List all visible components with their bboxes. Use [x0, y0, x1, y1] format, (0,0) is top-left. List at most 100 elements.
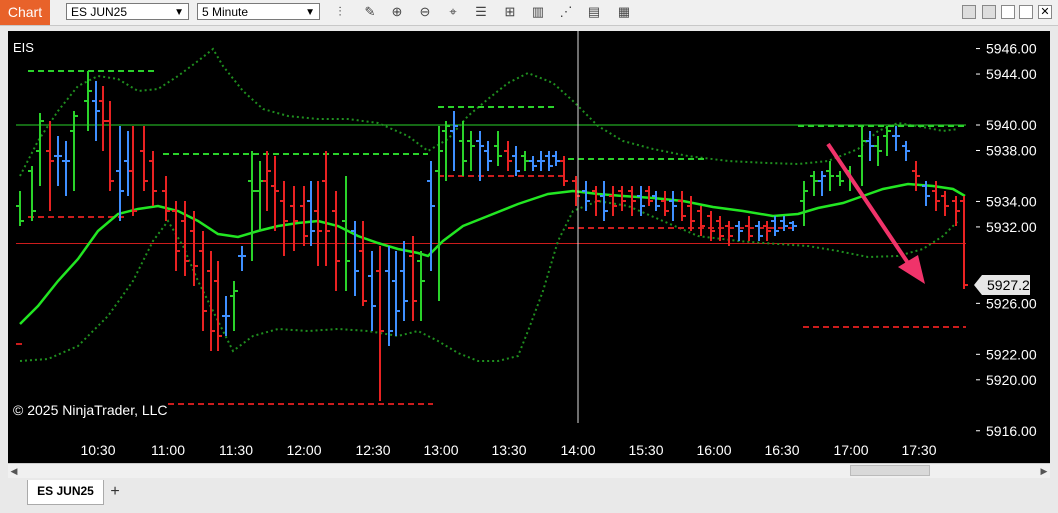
- ohlc-bar: [54, 136, 62, 186]
- chart-canvas[interactable]: 5946.00 5944.00 5940.00 5938.00 5934.00 5932.…: [8, 31, 1050, 463]
- y-tick-label: 5916.00: [986, 423, 1037, 439]
- ohlc-bar: [300, 186, 308, 246]
- ohlc-bar: [467, 131, 475, 171]
- ohlc-bar: [368, 251, 376, 331]
- interval-select[interactable]: 5 Minute ▼: [197, 3, 320, 20]
- ohlc-bar: [645, 186, 653, 206]
- x-tick-label: 16:30: [764, 442, 799, 458]
- ohlc-bar: [46, 121, 54, 211]
- ohlc-bar: [248, 151, 256, 261]
- ohlc-bar: [494, 131, 502, 166]
- ohlc-bar: [385, 246, 393, 346]
- ohlc-bar: [238, 246, 246, 271]
- level-dashes: [16, 70, 966, 405]
- window-link-icon[interactable]: [982, 5, 996, 19]
- ohlc-bar: [609, 186, 617, 216]
- ohlc-bar: [417, 251, 425, 321]
- moving-average: [19, 182, 966, 325]
- instrument-select[interactable]: ES JUN25 ▼: [66, 3, 189, 20]
- zoom-out-icon[interactable]: ⊖: [417, 4, 433, 20]
- y-tick-label: 5946.00: [986, 41, 1037, 57]
- draw-pencil-icon[interactable]: ✎: [362, 4, 378, 20]
- ohlc-bar: [652, 191, 660, 211]
- ohlc-bars: [16, 71, 968, 401]
- trade-icon[interactable]: ⊞: [502, 4, 518, 20]
- x-tick-label: 11:00: [151, 442, 185, 458]
- x-tick-label: 17:00: [833, 442, 868, 458]
- ohlc-bar: [332, 191, 340, 291]
- ohlc-bar: [874, 136, 882, 166]
- ohlc-bar: [314, 181, 322, 266]
- ohlc-bar: [725, 221, 733, 246]
- strategies-icon[interactable]: ⋰: [558, 4, 574, 20]
- ohlc-bar: [678, 191, 686, 221]
- ohlc-bar: [140, 126, 148, 191]
- ohlc-bar: [941, 191, 949, 216]
- ohlc-bar: [322, 151, 330, 266]
- tab-es-jun25[interactable]: ES JUN25: [27, 480, 104, 505]
- minimize-icon[interactable]: [1001, 5, 1015, 19]
- y-axis: 5946.00 5944.00 5940.00 5938.00 5934.00 5932.…: [976, 41, 1037, 439]
- zoom-in-icon[interactable]: ⊕: [389, 4, 405, 20]
- chart-app-tab[interactable]: Chart: [0, 0, 50, 25]
- y-tick-label: 5934.00: [986, 193, 1037, 209]
- copyright-text: © 2025 NinjaTrader, LLC: [13, 402, 168, 418]
- ohlc-bar: [512, 146, 520, 176]
- ohlc-bar: [290, 186, 298, 251]
- chevron-down-icon: ▼: [305, 7, 315, 18]
- y-tick-label: 5938.00: [986, 142, 1037, 158]
- bars-type-icon[interactable]: ⫶: [332, 4, 348, 20]
- annotation-arrow: [826, 142, 925, 284]
- ohlc-bar: [504, 141, 512, 171]
- y-tick-label: 5920.00: [986, 372, 1037, 388]
- ohlc-bar: [521, 151, 529, 171]
- templates-icon[interactable]: ▤: [586, 4, 602, 20]
- arrow-shaft: [826, 142, 912, 268]
- scroll-thumb[interactable]: [850, 465, 930, 476]
- interval-value: 5 Minute: [202, 5, 249, 19]
- add-tab-button[interactable]: +: [106, 483, 124, 501]
- lower-band: [19, 199, 959, 362]
- ohlc-bar: [902, 141, 910, 161]
- properties-icon[interactable]: ☰: [473, 4, 489, 20]
- ohlc-bar: [92, 81, 100, 141]
- maximize-icon[interactable]: [1019, 5, 1033, 19]
- ohlc-bar: [271, 156, 279, 231]
- ohlc-bar: [858, 126, 866, 186]
- ohlc-bar: [450, 111, 458, 171]
- price-chart[interactable]: 5946.00 5944.00 5940.00 5938.00 5934.00 5932.…: [8, 31, 1050, 463]
- chevron-down-icon: ▼: [174, 7, 184, 18]
- scroll-left-icon[interactable]: ◀: [8, 464, 20, 478]
- ohlc-bar: [162, 176, 170, 221]
- ohlc-bar: [735, 221, 743, 241]
- bollinger-bands: [19, 47, 959, 362]
- ohlc-bar: [400, 241, 408, 321]
- window-restore-icon[interactable]: [962, 5, 976, 19]
- ohlc-bar: [912, 161, 920, 191]
- ohlc-bar: [618, 186, 626, 211]
- title-bar: Chart ES JUN25 ▼ 5 Minute ▼ ⫶ ✎ ⊕ ⊖ ⌖ ☰ ⊞ …: [0, 0, 1058, 26]
- horizontal-lines: [16, 124, 966, 244]
- crosshair-icon[interactable]: ⌖: [445, 4, 461, 20]
- close-icon[interactable]: ✕: [1038, 5, 1052, 19]
- ohlc-bar: [435, 126, 443, 301]
- price-marker-label: 5927.25: [987, 277, 1038, 293]
- y-tick-label: 5922.00: [986, 346, 1037, 362]
- indicators-icon[interactable]: ▥: [530, 4, 546, 20]
- ohlc-bar: [442, 121, 450, 181]
- ohlc-bar: [892, 126, 900, 151]
- ohlc-bar: [763, 221, 771, 241]
- ohlc-bar: [28, 166, 36, 221]
- horizontal-scrollbar[interactable]: ◀ ▶: [8, 463, 1050, 478]
- ma-line: [19, 182, 966, 325]
- chart-style-icon[interactable]: ▦: [616, 4, 632, 20]
- ohlc-bar: [771, 216, 779, 236]
- scroll-right-icon[interactable]: ▶: [1038, 464, 1050, 478]
- x-axis: 10:30 11:00 11:30 12:00 12:30 13:00 13:30 14:00…: [80, 442, 936, 458]
- ohlc-bar: [16, 191, 24, 226]
- ohlc-bar: [190, 211, 198, 286]
- ohlc-bar: [836, 171, 844, 186]
- ohlc-bar: [883, 126, 891, 156]
- x-tick-label: 17:30: [901, 442, 936, 458]
- price-marker: 5927.25: [974, 275, 1038, 295]
